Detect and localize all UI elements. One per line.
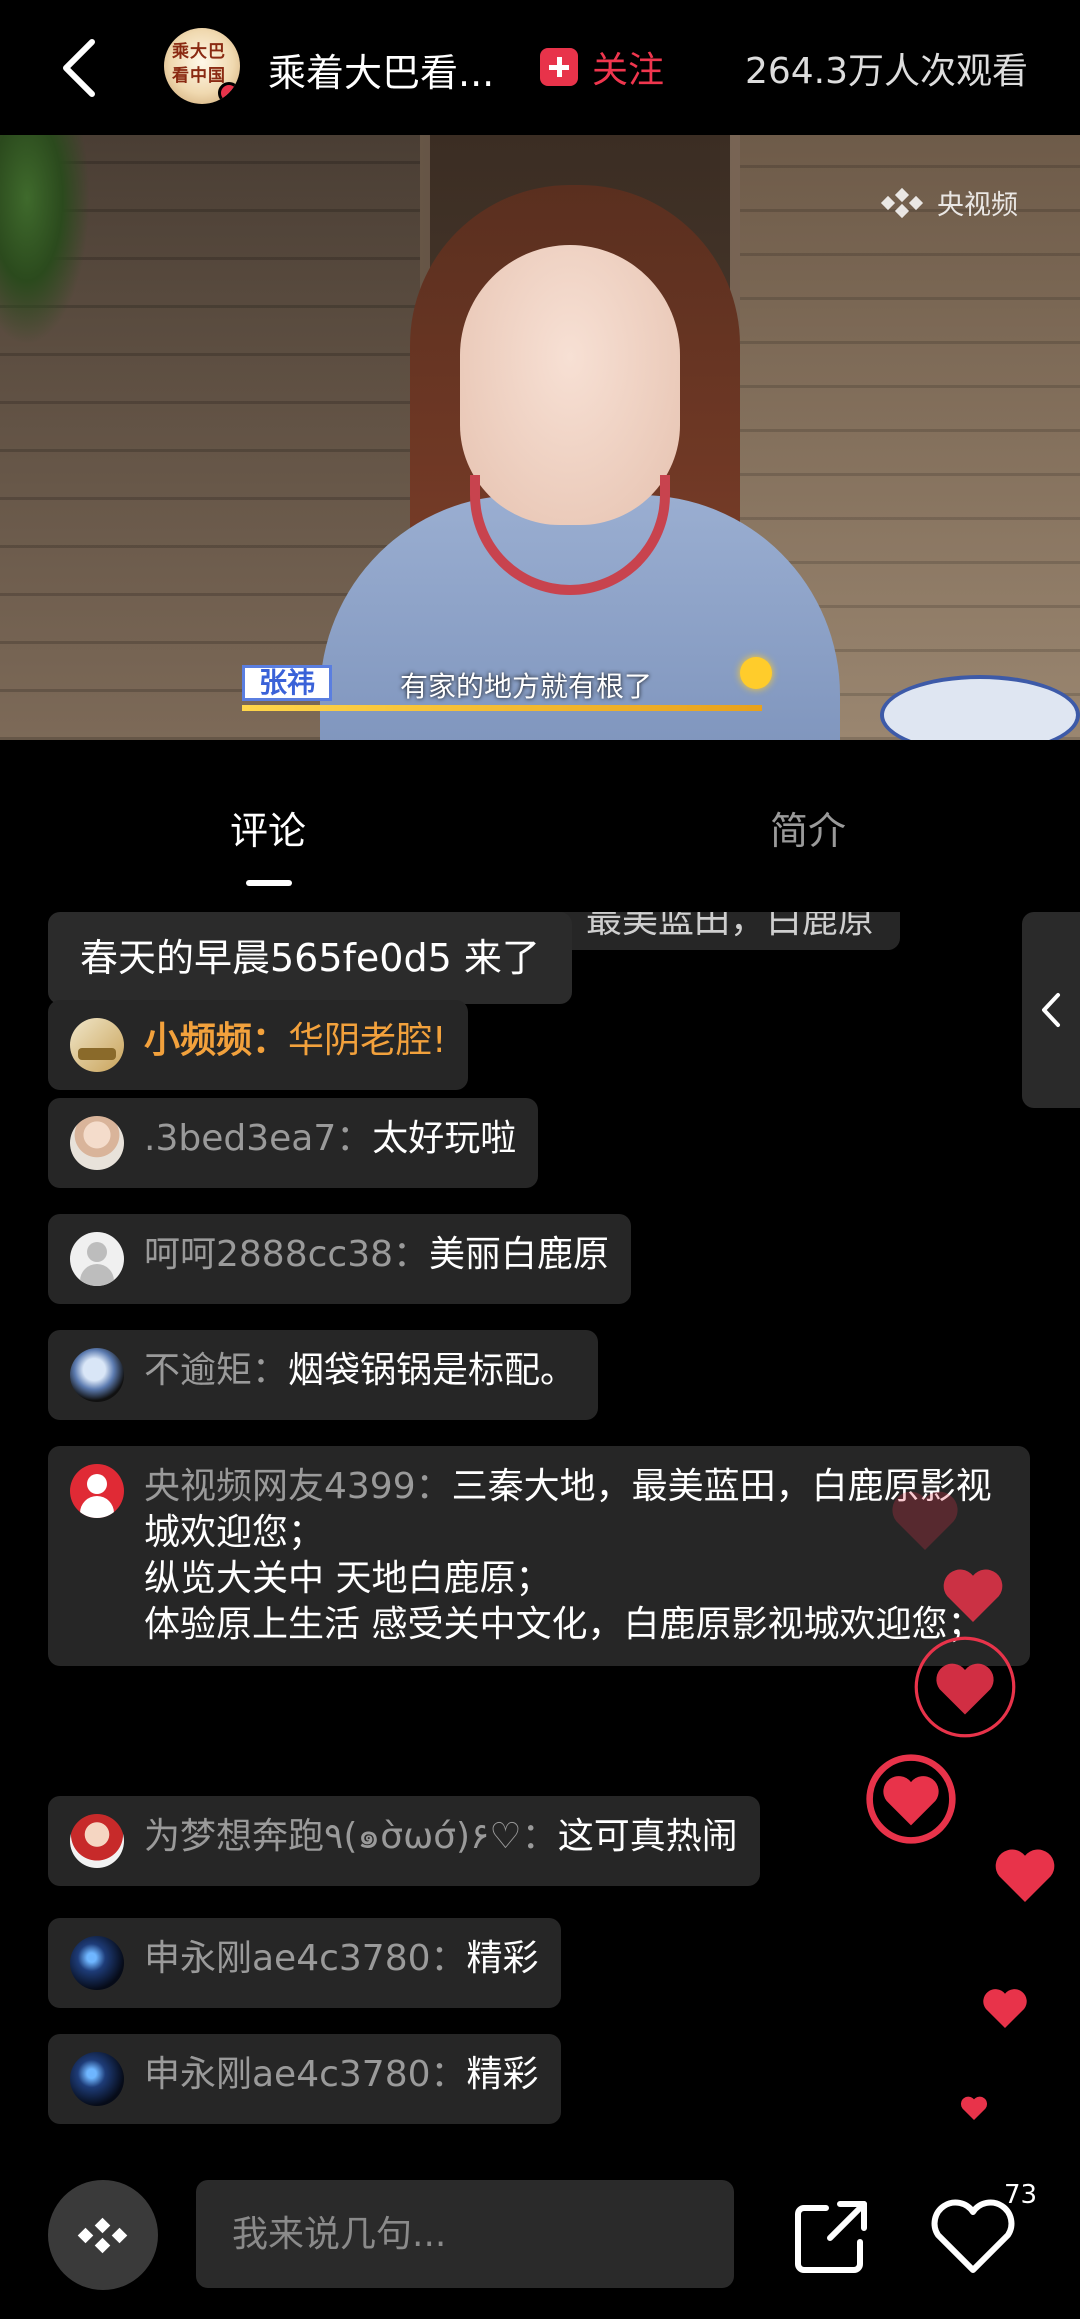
- channel-title[interactable]: 乘着大巴看...: [268, 42, 494, 97]
- comment-username[interactable]: 小频频: [144, 1020, 252, 1061]
- comment-text: 申永刚ae4c3780：精彩: [144, 2052, 539, 2098]
- comment-item[interactable]: 申永刚ae4c3780：精彩: [48, 1918, 561, 2008]
- comment-text: 申永刚ae4c3780：精彩: [144, 1936, 539, 1982]
- view-count: 264.3万人次观看: [744, 51, 1028, 92]
- comment-separator: ：: [252, 1020, 289, 1061]
- like-count: 73: [1004, 2180, 1038, 2210]
- sun-icon: [740, 657, 772, 689]
- comment-separator: ：: [430, 2054, 467, 2095]
- follow-button[interactable]: 关注: [540, 42, 664, 92]
- tab-comments[interactable]: 评论: [230, 800, 306, 855]
- floating-heart-icon: [866, 1754, 956, 1844]
- watermark-text: 央视频: [937, 190, 1018, 221]
- video-player[interactable]: 央视频 张祎 有家的地方就有根了: [0, 135, 1080, 740]
- comment-separator: ：: [521, 1816, 558, 1857]
- comment-separator: ：: [252, 1350, 289, 1391]
- comment-message: 精彩: [466, 1938, 539, 1979]
- comment-username[interactable]: 央视频网友4399: [144, 1466, 416, 1507]
- share-icon[interactable]: [790, 2194, 874, 2278]
- user-avatar[interactable]: [70, 1116, 124, 1170]
- comment-separator: ：: [393, 1234, 430, 1275]
- comment-separator: ：: [415, 1466, 452, 1507]
- chevron-left-icon: [1042, 993, 1060, 1027]
- video-presenter: [300, 185, 860, 740]
- comment-item[interactable]: 央视频网友4399：三秦大地，最美蓝田，白鹿原影视城欢迎您； 纵览大关中 天地白…: [48, 1446, 1030, 1666]
- subtitle-bar: [242, 705, 762, 711]
- comment-text: 不逾矩：烟袋锅锅是标配。: [144, 1348, 576, 1394]
- video-subtitle: 有家的地方就有根了: [400, 670, 653, 703]
- video-name-tag: 张祎: [242, 665, 333, 701]
- comment-item[interactable]: .3bed3ea7：太好玩啦: [48, 1098, 539, 1188]
- back-arrow-icon[interactable]: [52, 36, 112, 100]
- comment-username[interactable]: .3bed3ea7: [144, 1118, 336, 1159]
- comment-item[interactable]: 不逾矩：烟袋锅锅是标配。: [48, 1330, 599, 1420]
- user-avatar[interactable]: [70, 2052, 124, 2106]
- comment-item[interactable]: 为梦想奔跑٩(๑σ̀ωσ́)۶♡：这可真热闹: [48, 1796, 760, 1886]
- clipped-comment: 最美蓝田，白鹿原: [560, 912, 901, 950]
- video-watermark: 央视频: [880, 183, 1018, 222]
- comment-message: 精彩: [466, 2054, 539, 2095]
- comment-message: 烟袋锅锅是标配。: [288, 1350, 577, 1391]
- tab-active-indicator: [246, 880, 292, 886]
- cctv-video-logo-icon: [880, 187, 925, 218]
- join-notification: 春天的早晨565fe0d5 来了: [48, 912, 572, 1004]
- floating-heart-icon: [943, 1569, 1003, 1622]
- floating-heart-icon: [914, 1636, 1016, 1738]
- follow-label: 关注: [592, 50, 665, 91]
- user-avatar[interactable]: [70, 1464, 124, 1518]
- comment-text: 呵呵2888cc38：美丽白鹿原: [144, 1232, 609, 1278]
- comment-separator: ：: [430, 1938, 467, 1979]
- live-indicator: [218, 82, 240, 104]
- floating-heart-icon: [960, 2096, 988, 2120]
- comment-text: 央视频网友4399：三秦大地，最美蓝田，白鹿原影视城欢迎您； 纵览大关中 天地白…: [144, 1464, 1008, 1648]
- top-bar: 乘大巴 看中国 乘着大巴看... 关注 264.3万人次观看: [0, 0, 1080, 135]
- comment-text: .3bed3ea7：太好玩啦: [144, 1116, 516, 1162]
- comment-message: 华阴老腔!: [288, 1020, 447, 1061]
- tab-intro[interactable]: 简介: [770, 800, 846, 855]
- channel-avatar[interactable]: 乘大巴 看中国: [164, 28, 240, 104]
- comment-item[interactable]: 申永刚ae4c3780：精彩: [48, 2034, 561, 2124]
- cctv-video-logo-button[interactable]: [48, 2180, 158, 2290]
- video-leaves: [0, 135, 90, 345]
- tab-bar: 评论 简介: [0, 740, 1080, 890]
- comment-message: 美丽白鹿原: [429, 1234, 610, 1275]
- plus-icon: [540, 48, 578, 86]
- user-avatar[interactable]: [70, 1814, 124, 1868]
- user-avatar[interactable]: [70, 1232, 124, 1286]
- comment-message: 这可真热闹: [557, 1816, 738, 1857]
- comment-username[interactable]: 不逾矩: [144, 1350, 252, 1391]
- channel-avatar-logo: 乘大巴 看中国: [172, 42, 226, 86]
- user-avatar[interactable]: [70, 1936, 124, 1990]
- comment-username[interactable]: 申永刚ae4c3780: [144, 2054, 431, 2095]
- floating-heart-icon: [995, 1849, 1055, 1902]
- cctv-video-logo-icon: [77, 2217, 128, 2254]
- comment-item[interactable]: 小频频：华阴老腔!: [48, 1000, 469, 1090]
- comment-message: 太好玩啦: [372, 1118, 517, 1159]
- user-avatar[interactable]: [70, 1348, 124, 1402]
- side-panel-toggle[interactable]: [1022, 912, 1080, 1108]
- comment-username[interactable]: 为梦想奔跑٩(๑σ̀ωσ́)۶♡: [144, 1816, 522, 1857]
- bottom-bar: 73: [0, 2150, 1080, 2319]
- floating-heart-icon: [983, 1989, 1027, 2028]
- comment-text: 小频频：华阴老腔!: [144, 1018, 446, 1064]
- comment-text: 为梦想奔跑٩(๑σ̀ωσ́)۶♡：这可真热闹: [144, 1814, 738, 1860]
- comment-separator: ：: [336, 1118, 373, 1159]
- comment-item[interactable]: 呵呵2888cc38：美丽白鹿原: [48, 1214, 632, 1304]
- comment-username[interactable]: 申永刚ae4c3780: [144, 1938, 431, 1979]
- floating-heart-icon: [892, 1491, 958, 1550]
- comment-input[interactable]: [196, 2180, 734, 2288]
- comment-username[interactable]: 呵呵2888cc38: [144, 1234, 393, 1275]
- user-avatar[interactable]: [70, 1018, 124, 1072]
